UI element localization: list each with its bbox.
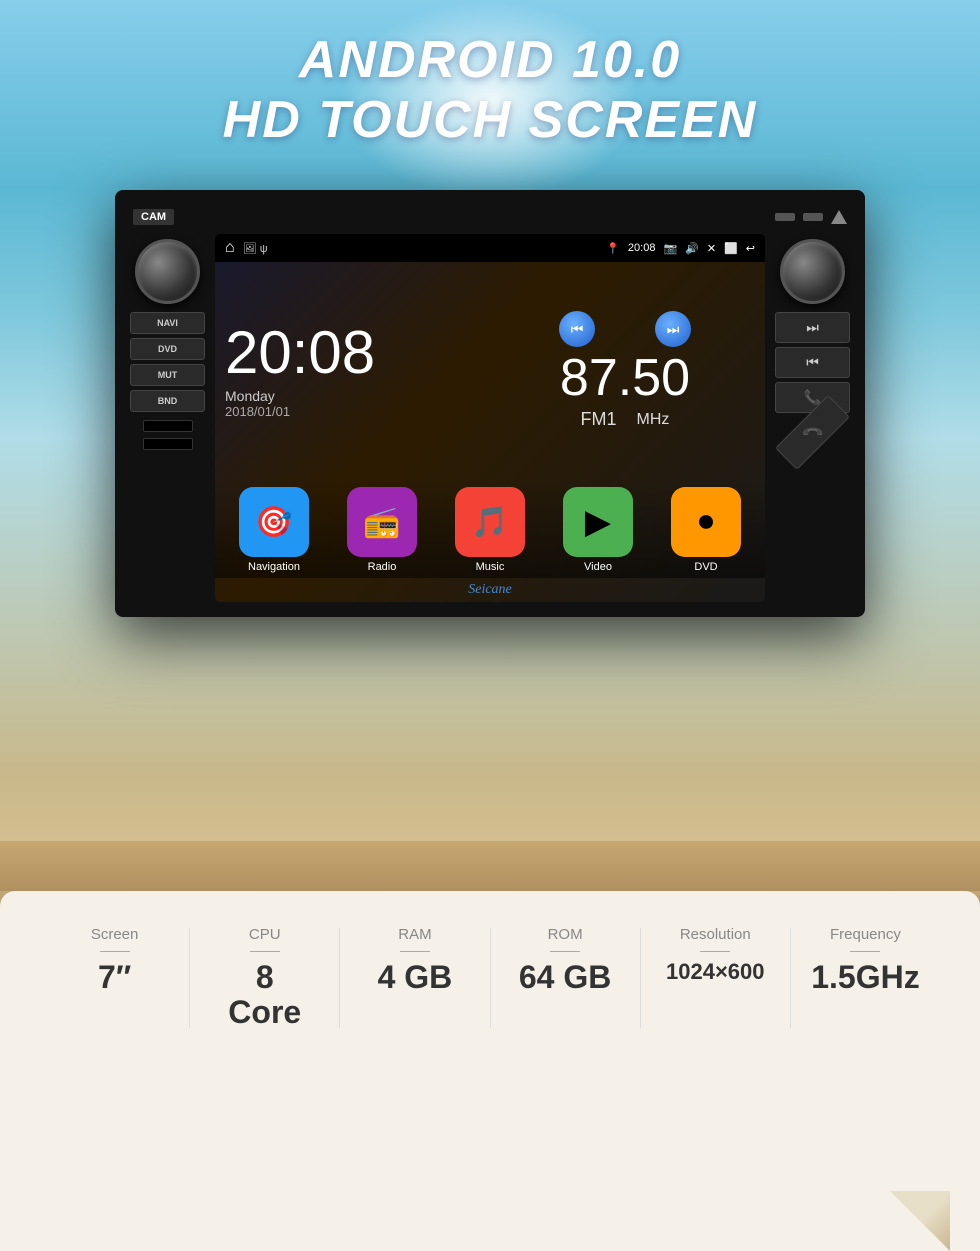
radio-band-row: FM1 MHz	[581, 409, 670, 430]
video-app[interactable]: ▶ Video	[563, 487, 633, 573]
skip-forward-button[interactable]: ⏭	[775, 312, 850, 343]
spec-freq-value: 1.5GHz	[811, 960, 919, 995]
radio-app[interactable]: 📻 Radio	[347, 487, 417, 573]
spec-ram-value: 4 GB	[378, 960, 453, 995]
left-knob[interactable]	[135, 239, 200, 304]
spec-res-value: 1024×600	[666, 960, 765, 984]
right-panel: ⏭ ⏮ 📞 📞	[770, 234, 855, 602]
navi-button[interactable]: NAVI	[130, 312, 205, 334]
nav-label: Navigation	[248, 561, 300, 573]
radio-body: NAVI DVD MUT BND ⌂ 🖼 ψ	[125, 234, 855, 602]
music-icon: 🎵	[455, 487, 525, 557]
radio-prev-button[interactable]: ⏮	[559, 311, 595, 347]
spec-rom-value: 64 GB	[519, 960, 611, 995]
header-line1: ANDROID 10.0	[0, 30, 980, 90]
spec-resolution: Resolution 1024×600	[641, 926, 790, 984]
radio-section: ⏮ ⏭ 87.50 FM1 MHz	[495, 272, 755, 469]
spec-res-label: Resolution	[680, 926, 751, 943]
specs-grid: Screen 7″ CPU 8Core RAM 4 GB ROM 64 GB R…	[40, 926, 940, 1030]
app-icons-row: 🎯 Navigation 📻 Radio 🎵 Music ▶	[215, 479, 765, 578]
music-label: Music	[476, 561, 505, 573]
spec-cpu-divider	[250, 951, 280, 952]
bnd-button[interactable]: BND	[130, 390, 205, 412]
left-panel: NAVI DVD MUT BND	[125, 234, 210, 602]
cam-label: CAM	[133, 209, 174, 225]
main-display: 20:08 Monday 2018/01/01 ⏮ ⏭ 87.50	[215, 262, 765, 479]
left-buttons: NAVI DVD MUT BND	[130, 312, 205, 412]
specs-section: Screen 7″ CPU 8Core RAM 4 GB ROM 64 GB R…	[0, 891, 980, 1251]
window-icon[interactable]: ⬜	[724, 242, 738, 255]
radio-frequency: 87.50	[560, 352, 690, 404]
header: ANDROID 10.0 HD TOUCH SCREEN	[0, 30, 980, 150]
dvd-icon: ⏺	[671, 487, 741, 557]
spec-cpu-value: 8Core	[228, 960, 301, 1030]
spec-freq-divider	[850, 951, 880, 952]
device-wrapper: CAM NAVI DVD MUT BND	[115, 190, 865, 617]
camera-icon: 📷	[663, 242, 677, 255]
status-time: 20:08	[628, 242, 656, 254]
car-radio: CAM NAVI DVD MUT BND	[115, 190, 865, 617]
radio-next-button[interactable]: ⏭	[655, 311, 691, 347]
slot-hole-1	[143, 420, 193, 432]
video-label: Video	[584, 561, 612, 573]
clock-day: Monday	[225, 388, 485, 404]
slot-hole-2	[143, 438, 193, 450]
radio-top-bar: CAM	[125, 205, 855, 229]
spec-ram-divider	[400, 951, 430, 952]
spec-screen-label: Screen	[91, 926, 139, 943]
clock-date: 2018/01/01	[225, 404, 485, 419]
spec-cpu: CPU 8Core	[190, 926, 339, 1030]
radio-band: FM1	[581, 409, 617, 430]
watermark: Seicane	[215, 578, 765, 602]
spec-screen-value: 7″	[98, 960, 131, 995]
top-btn-2[interactable]	[803, 213, 823, 221]
spec-screen-divider	[100, 951, 130, 952]
status-left: ⌂ 🖼 ψ	[225, 239, 268, 257]
nav-app[interactable]: 🎯 Navigation	[239, 487, 309, 573]
volume-icon: 🔊	[685, 242, 699, 255]
mut-button[interactable]: MUT	[130, 364, 205, 386]
spec-ram-label: RAM	[398, 926, 431, 943]
dvd-app[interactable]: ⏺ DVD	[671, 487, 741, 573]
left-slots	[143, 420, 193, 450]
close-icon[interactable]: ✕	[707, 242, 716, 255]
right-knob[interactable]	[780, 239, 845, 304]
video-icon: ▶	[563, 487, 633, 557]
nav-icon: 🎯	[239, 487, 309, 557]
location-icon: 📍	[606, 242, 620, 255]
paper-curl	[890, 1191, 950, 1251]
top-triangle	[831, 210, 847, 224]
radio-controls: ⏮ ⏭	[559, 311, 691, 347]
skip-back-button[interactable]: ⏮	[775, 347, 850, 378]
status-bar: ⌂ 🖼 ψ 📍 20:08 📷 🔊 ✕ ⬜ ↩	[215, 234, 765, 262]
spec-screen: Screen 7″	[40, 926, 189, 995]
spec-rom: ROM 64 GB	[491, 926, 640, 995]
spec-freq-label: Frequency	[830, 926, 901, 943]
status-icons: 🖼 ψ	[243, 242, 268, 255]
spec-cpu-label: CPU	[249, 926, 281, 943]
home-icon[interactable]: ⌂	[225, 239, 235, 257]
clock-section: 20:08 Monday 2018/01/01	[225, 272, 485, 469]
top-btn-1[interactable]	[775, 213, 795, 221]
screen: ⌂ 🖼 ψ 📍 20:08 📷 🔊 ✕ ⬜ ↩	[215, 234, 765, 602]
right-buttons: ⏭ ⏮ 📞 📞	[775, 312, 850, 448]
spec-ram: RAM 4 GB	[340, 926, 489, 995]
spec-rom-divider	[550, 951, 580, 952]
dvd-button[interactable]: DVD	[130, 338, 205, 360]
header-line2: HD TOUCH SCREEN	[0, 90, 980, 150]
music-app[interactable]: 🎵 Music	[455, 487, 525, 573]
radio-app-icon: 📻	[347, 487, 417, 557]
spec-res-divider	[700, 951, 730, 952]
spec-frequency: Frequency 1.5GHz	[791, 926, 940, 995]
status-right: 📍 20:08 📷 🔊 ✕ ⬜ ↩	[606, 242, 755, 255]
clock-time: 20:08	[225, 323, 485, 383]
dvd-label: DVD	[694, 561, 717, 573]
top-controls	[775, 210, 847, 224]
spec-rom-label: ROM	[548, 926, 583, 943]
back-icon[interactable]: ↩	[746, 242, 755, 255]
screen-content: 20:08 Monday 2018/01/01 ⏮ ⏭ 87.50	[215, 262, 765, 602]
radio-app-label: Radio	[368, 561, 397, 573]
table-surface	[0, 841, 980, 891]
radio-unit: MHz	[637, 411, 670, 429]
